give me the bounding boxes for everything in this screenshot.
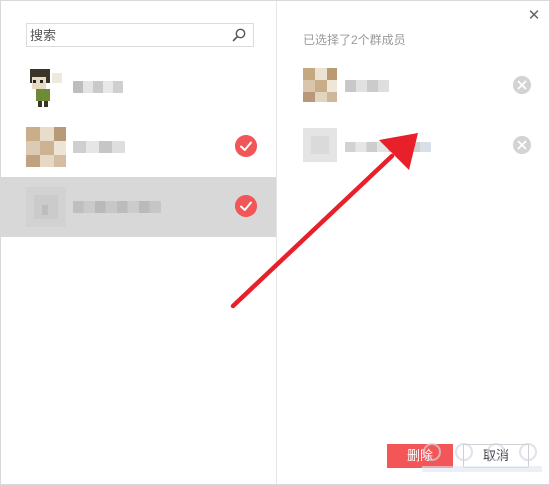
contact-name-redacted <box>73 141 125 153</box>
delete-button[interactable]: 删除 <box>387 444 453 468</box>
search-box <box>26 23 254 47</box>
member-name-redacted <box>345 80 389 92</box>
remove-member-icon[interactable] <box>513 76 531 94</box>
selected-count-label: 已选择了2个群成员 <box>303 33 406 47</box>
selected-members-pane: ✕ 已选择了2个群成员 删除 取消 <box>277 1 549 484</box>
contact-name-redacted <box>73 201 161 213</box>
contact-row-highlighted[interactable] <box>1 177 276 237</box>
contact-avatar <box>26 187 66 227</box>
selected-member-row <box>277 128 549 168</box>
search-icon[interactable] <box>231 27 247 43</box>
search-input[interactable] <box>30 26 226 44</box>
contact-row[interactable] <box>1 117 276 177</box>
member-name-redacted <box>345 142 431 152</box>
contact-avatar <box>26 67 66 107</box>
select-members-dialog: ✕ 已选择了2个群成员 <box>0 0 550 485</box>
close-icon[interactable]: ✕ <box>527 8 541 23</box>
checked-icon[interactable] <box>235 135 257 157</box>
contact-list-pane <box>1 1 276 484</box>
member-avatar <box>303 68 337 102</box>
cancel-button[interactable]: 取消 <box>463 444 529 468</box>
member-avatar <box>303 128 337 162</box>
remove-member-icon[interactable] <box>513 136 531 154</box>
contact-avatar <box>26 127 66 167</box>
checked-icon[interactable] <box>235 195 257 217</box>
selected-member-row <box>277 68 549 108</box>
contact-name-redacted <box>73 81 123 93</box>
contact-row[interactable] <box>1 57 276 117</box>
